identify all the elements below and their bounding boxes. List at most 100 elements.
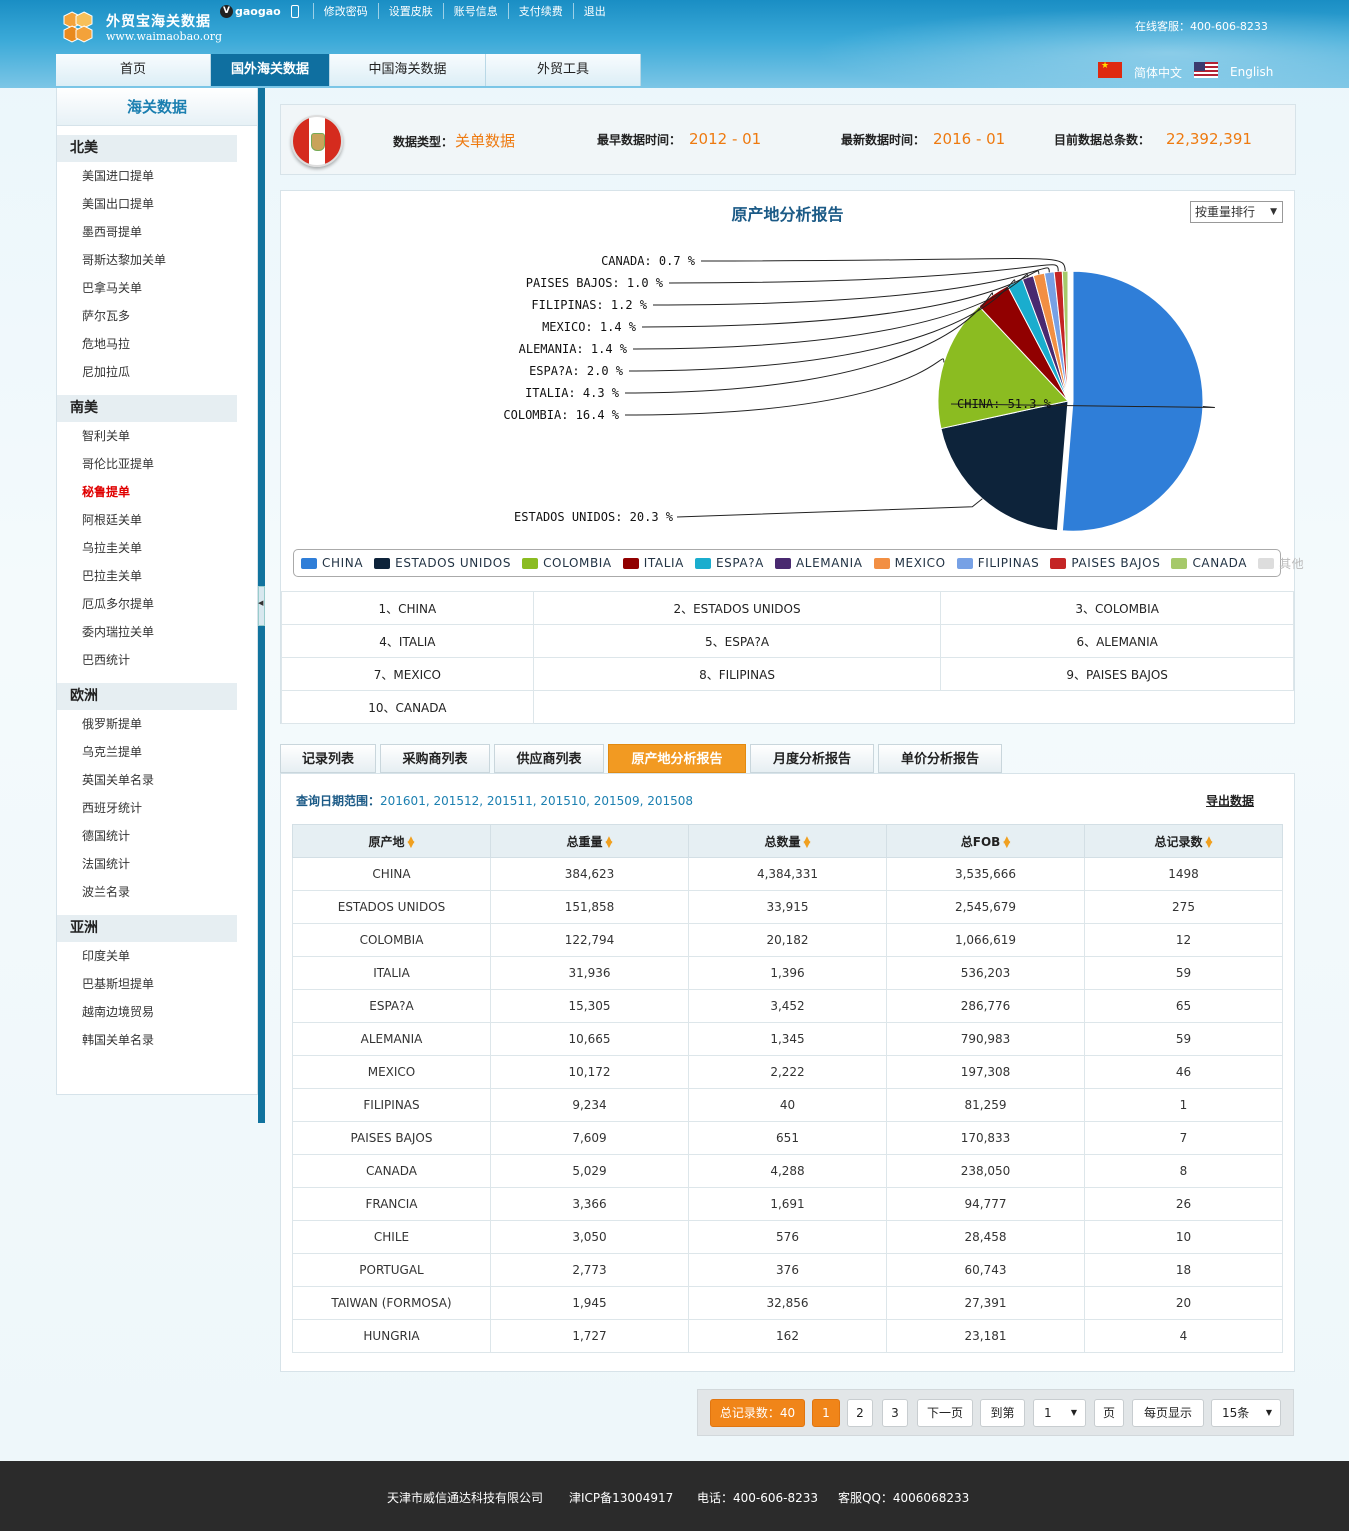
sidebar-item[interactable]: 阿根廷关单 bbox=[57, 506, 257, 534]
ranking-row: 1、CHINA 2、ESTADOS UNIDOS 3、COLOMBIA bbox=[281, 591, 1294, 625]
sidebar-item[interactable]: 巴拉圭关单 bbox=[57, 562, 257, 590]
set-skin-link[interactable]: 设置皮肤 bbox=[377, 3, 443, 19]
sidebar-item[interactable]: 美国出口提单 bbox=[57, 190, 257, 218]
logout-link[interactable]: 退出 bbox=[572, 3, 616, 19]
legend-item[interactable]: FILIPINAS bbox=[956, 556, 1040, 570]
page-2-button[interactable]: 2 bbox=[847, 1399, 873, 1427]
legend-label: ESPA?A bbox=[715, 556, 764, 570]
lang-english[interactable]: English bbox=[1230, 65, 1273, 79]
ranking-cell: 9、PAISES BAJOS bbox=[940, 657, 1294, 691]
report-tab[interactable]: 原产地分析报告 bbox=[608, 744, 746, 773]
sidebar-item[interactable]: 危地马拉 bbox=[57, 330, 257, 358]
account-info-link[interactable]: 账号信息 bbox=[442, 3, 508, 19]
legend-item[interactable]: ITALIA bbox=[622, 556, 684, 570]
per-page-select[interactable]: 15条 bbox=[1211, 1399, 1281, 1427]
nav-trade-tools[interactable]: 外贸工具 bbox=[486, 54, 641, 86]
sidebar-item[interactable]: 英国关单名录 bbox=[57, 766, 257, 794]
legend-item[interactable]: COLOMBIA bbox=[522, 556, 612, 570]
sidebar-item[interactable]: 乌拉圭关单 bbox=[57, 534, 257, 562]
report-tab[interactable]: 记录列表 bbox=[280, 744, 376, 773]
sort-arrows-icon[interactable]: ▲ ▼ bbox=[606, 836, 613, 850]
report-tab[interactable]: 供应商列表 bbox=[494, 744, 604, 773]
legend-item[interactable]: MEXICO bbox=[873, 556, 946, 570]
sidebar-item[interactable]: 委内瑞拉关单 bbox=[57, 618, 257, 646]
sort-arrows-icon[interactable]: ▲ ▼ bbox=[408, 836, 415, 850]
column-header[interactable]: 总FOB ▲ ▼ bbox=[886, 824, 1085, 858]
table-cell: MEXICO bbox=[292, 1055, 491, 1089]
sidebar-collapse-icon[interactable] bbox=[258, 586, 265, 626]
date-range-value: 201601, 201512, 201511, 201510, 201509, … bbox=[380, 794, 694, 808]
sidebar-item[interactable]: 印度关单 bbox=[57, 942, 257, 970]
nav-home[interactable]: 首页 bbox=[56, 54, 211, 86]
table-cell: 10,665 bbox=[490, 1022, 689, 1056]
sidebar-item[interactable]: 哥斯达黎加关单 bbox=[57, 246, 257, 274]
report-tab[interactable]: 月度分析报告 bbox=[750, 744, 874, 773]
sidebar-item[interactable]: 巴拿马关单 bbox=[57, 274, 257, 302]
site-header: 外贸宝海关数据 www.waimaobao.org V gaogao 修改密码 … bbox=[0, 0, 1349, 88]
pie-data-label: ITALIA: 4.3 % bbox=[525, 386, 620, 400]
legend-item[interactable]: CANADA bbox=[1171, 556, 1247, 570]
sort-arrows-icon[interactable]: ▲ ▼ bbox=[804, 836, 811, 850]
table-cell: 1,396 bbox=[688, 956, 887, 990]
sidebar-item[interactable]: 越南边境贸易 bbox=[57, 998, 257, 1026]
site-logo[interactable]: 外贸宝海关数据 www.waimaobao.org bbox=[62, 8, 222, 46]
sidebar-item[interactable]: 韩国关单名录 bbox=[57, 1026, 257, 1054]
column-header[interactable]: 原产地 ▲ ▼ bbox=[292, 824, 491, 858]
legend-label: ALEMANIA bbox=[796, 556, 863, 570]
table-cell: 2,545,679 bbox=[886, 890, 1085, 924]
legend-item[interactable]: ESPA?A bbox=[694, 556, 764, 570]
legend-item[interactable]: ESTADOS UNIDOS bbox=[374, 556, 511, 570]
goto-page-select[interactable]: 1 bbox=[1033, 1399, 1086, 1427]
table-cell: 20,182 bbox=[688, 923, 887, 957]
sidebar-region: 欧洲 俄罗斯提单 乌克兰提单 英国关单名录 西班牙统计 德国统计 法国统计 波兰名录 bbox=[57, 683, 257, 906]
table-cell: HUNGRIA bbox=[292, 1319, 491, 1353]
sidebar-item[interactable]: 哥伦比亚提单 bbox=[57, 450, 257, 478]
sidebar-item[interactable]: 美国进口提单 bbox=[57, 162, 257, 190]
username[interactable]: gaogao bbox=[235, 5, 281, 18]
sidebar-item[interactable]: 秘鲁提单 bbox=[57, 478, 257, 506]
sidebar-item[interactable]: 智利关单 bbox=[57, 422, 257, 450]
china-flag-icon[interactable] bbox=[1098, 61, 1122, 78]
sidebar-item[interactable]: 墨西哥提单 bbox=[57, 218, 257, 246]
legend-item[interactable]: ALEMANIA bbox=[775, 556, 863, 570]
lang-chinese[interactable]: 简体中文 bbox=[1134, 64, 1182, 81]
legend-label: PAISES BAJOS bbox=[1071, 556, 1161, 570]
legend-item-other[interactable]: 其他 bbox=[1258, 555, 1304, 572]
export-data-link[interactable]: 导出数据 bbox=[1206, 792, 1254, 809]
legend-item[interactable]: PAISES BAJOS bbox=[1050, 556, 1160, 570]
sidebar-item[interactable]: 巴基斯坦提单 bbox=[57, 970, 257, 998]
column-header[interactable]: 总重量 ▲ ▼ bbox=[490, 824, 689, 858]
page-3-button[interactable]: 3 bbox=[882, 1399, 908, 1427]
change-password-link[interactable]: 修改密码 bbox=[312, 3, 378, 19]
mobile-icon[interactable] bbox=[290, 4, 299, 18]
report-tab[interactable]: 单价分析报告 bbox=[878, 744, 1002, 773]
table-cell: 384,623 bbox=[490, 857, 689, 891]
nav-foreign-customs[interactable]: 国外海关数据 bbox=[211, 54, 330, 86]
goto-label: 到第 bbox=[980, 1399, 1025, 1427]
next-page-button[interactable]: 下一页 bbox=[917, 1399, 973, 1427]
sidebar-region: 北美 美国进口提单 美国出口提单 墨西哥提单 哥斯达黎加关单 巴拿马关单 萨尔瓦多 危地马拉尼… bbox=[57, 135, 257, 386]
sidebar-item[interactable]: 巴西统计 bbox=[57, 646, 257, 674]
nav-china-customs[interactable]: 中国海关数据 bbox=[330, 54, 486, 86]
sort-arrows-icon[interactable]: ▲ ▼ bbox=[1206, 836, 1213, 850]
pay-renew-link[interactable]: 支付续费 bbox=[507, 3, 573, 19]
sidebar-item[interactable]: 尼加拉瓜 bbox=[57, 358, 257, 386]
table-cell: ESTADOS UNIDOS bbox=[292, 890, 491, 924]
sidebar-item[interactable]: 德国统计 bbox=[57, 822, 257, 850]
column-header[interactable]: 总数量 ▲ ▼ bbox=[688, 824, 887, 858]
column-header[interactable]: 总记录数 ▲ ▼ bbox=[1084, 824, 1283, 858]
sidebar-item[interactable]: 萨尔瓦多 bbox=[57, 302, 257, 330]
sidebar-item[interactable]: 乌克兰提单 bbox=[57, 738, 257, 766]
sort-arrows-icon[interactable]: ▲ ▼ bbox=[1003, 836, 1010, 850]
legend-item[interactable]: CHINA bbox=[301, 556, 363, 570]
pie-slice[interactable] bbox=[1061, 270, 1204, 532]
sidebar-item[interactable]: 波兰名录 bbox=[57, 878, 257, 906]
sidebar-item[interactable]: 厄瓜多尔提单 bbox=[57, 590, 257, 618]
report-tab[interactable]: 采购商列表 bbox=[380, 744, 490, 773]
page-1-button[interactable]: 1 bbox=[812, 1399, 840, 1427]
sidebar-item[interactable]: 法国统计 bbox=[57, 850, 257, 878]
us-flag-icon[interactable] bbox=[1194, 62, 1219, 78]
sidebar-item[interactable]: 西班牙统计 bbox=[57, 794, 257, 822]
sidebar-regions: 北美 美国进口提单 美国出口提单 墨西哥提单 哥斯达黎加关单 巴拿马关单 萨尔瓦多 危地马拉尼… bbox=[57, 135, 257, 1054]
sidebar-item[interactable]: 俄罗斯提单 bbox=[57, 710, 257, 738]
